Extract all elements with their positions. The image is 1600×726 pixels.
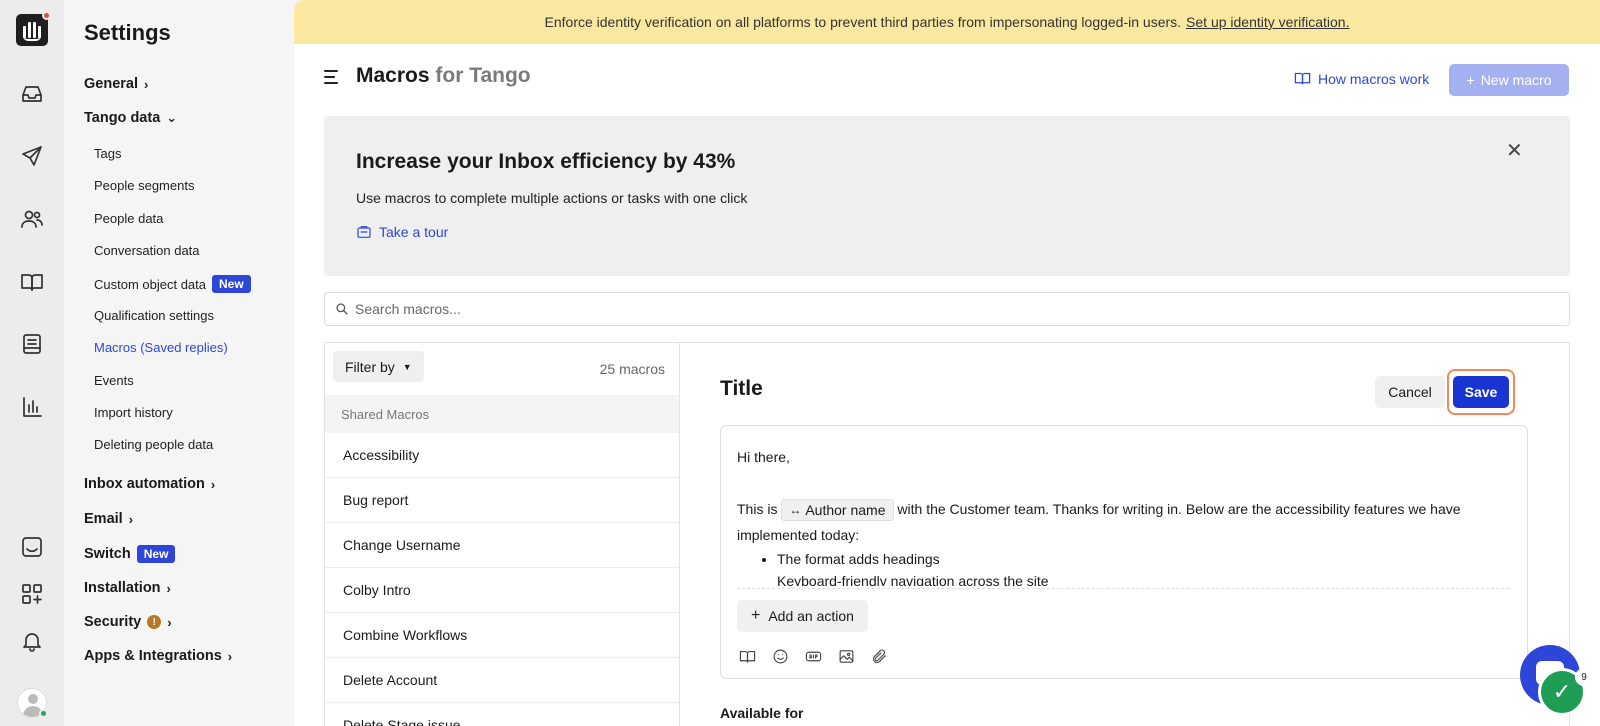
sidebar-group-general[interactable]: General › xyxy=(84,76,148,92)
macro-list-item[interactable]: Combine Workflows xyxy=(325,613,679,658)
chevron-right-icon: › xyxy=(227,648,233,664)
sidebar-item-macros[interactable]: Macros (Saved replies) xyxy=(94,340,228,355)
main-panel: Enforce identity verification on all pla… xyxy=(294,0,1600,726)
sidebar-item-qualification-settings[interactable]: Qualification settings xyxy=(94,308,214,323)
chevron-right-icon: › xyxy=(210,476,216,492)
macro-search-bar xyxy=(324,292,1570,326)
search-icon xyxy=(336,303,348,315)
efficiency-promo-card: Increase your Inbox efficiency by 43% Us… xyxy=(324,116,1570,276)
plus-icon: + xyxy=(1466,72,1475,88)
macro-count: 25 macros xyxy=(599,361,665,377)
sidebar-group-email[interactable]: Email › xyxy=(84,511,133,527)
checklist-count-badge: 9 xyxy=(1575,668,1593,686)
banner-message: Enforce identity verification on all pla… xyxy=(544,14,1182,30)
new-macro-button[interactable]: + New macro xyxy=(1449,64,1569,96)
new-badge: New xyxy=(136,545,176,563)
plus-icon: + xyxy=(751,607,761,624)
new-badge: New xyxy=(212,275,251,293)
settings-title: Settings xyxy=(84,20,171,45)
bullet-list: The format adds headings Keyboard-friend… xyxy=(737,548,1507,586)
app-rail xyxy=(0,0,64,726)
warning-icon: ! xyxy=(147,615,162,629)
chevron-right-icon: › xyxy=(128,511,134,527)
sidebar-item-import-history[interactable]: Import history xyxy=(94,405,173,420)
sidebar-group-switch[interactable]: Switch New xyxy=(84,545,176,563)
image-icon[interactable] xyxy=(838,648,855,665)
macro-body-text[interactable]: Hi there, This is ↔ Author name with the… xyxy=(737,444,1507,586)
macro-list-item[interactable]: Bug report xyxy=(325,478,679,523)
sidebar-item-people-segments[interactable]: People segments xyxy=(94,178,194,193)
macro-list-item[interactable]: Delete Account xyxy=(325,658,679,703)
chevron-right-icon: › xyxy=(167,614,172,630)
sidebar-group-installation[interactable]: Installation › xyxy=(84,580,171,596)
sidebar-item-people-data[interactable]: People data xyxy=(94,211,163,226)
attribute-arrows-icon: ↔ xyxy=(789,503,802,518)
chevron-right-icon: › xyxy=(166,580,171,596)
tour-icon xyxy=(357,226,371,238)
available-for-label: Available for xyxy=(720,705,804,721)
macro-list-item[interactable]: Accessibility xyxy=(325,433,679,478)
macro-body-editor[interactable]: Hi there, This is ↔ Author name with the… xyxy=(720,425,1528,679)
add-action-button[interactable]: + Add an action xyxy=(737,600,868,632)
caret-down-icon: ▼ xyxy=(402,361,412,372)
intercom-logo-icon[interactable] xyxy=(16,11,51,46)
page-header: Macros for Tango How macros work + New m… xyxy=(294,44,1600,110)
attachment-paperclip-icon[interactable] xyxy=(871,648,888,665)
macro-list-panel: Filter by ▼ 25 macros Shared Macros Acce… xyxy=(324,342,680,726)
book-icon xyxy=(1294,72,1311,85)
editor-divider xyxy=(737,588,1509,589)
sidebar-item-conversation-data[interactable]: Conversation data xyxy=(94,243,200,258)
promo-description: Use macros to complete multiple actions … xyxy=(356,190,748,206)
macro-list-item[interactable]: Delete Stage issue xyxy=(325,703,679,726)
setup-identity-link[interactable]: Set up identity verification. xyxy=(1186,14,1349,30)
page-title: Macros for Tango xyxy=(356,64,531,87)
online-status-dot xyxy=(39,709,48,718)
filter-by-dropdown[interactable]: Filter by ▼ xyxy=(333,351,424,382)
chevron-right-icon: › xyxy=(144,76,149,92)
take-a-tour-link[interactable]: Take a tour xyxy=(356,224,448,240)
analytics-icon[interactable] xyxy=(18,393,46,421)
macro-list-item[interactable]: Colby Intro xyxy=(325,568,679,613)
inbox-icon[interactable] xyxy=(18,80,46,108)
sidebar-item-deleting-people-data[interactable]: Deleting people data xyxy=(94,437,213,452)
apps-grid-icon[interactable] xyxy=(18,580,46,608)
sidebar-group-tango-data[interactable]: Tango data ⌄ xyxy=(84,110,177,126)
close-icon[interactable]: ✕ xyxy=(1506,138,1523,163)
emoji-icon[interactable] xyxy=(772,648,789,665)
hamburger-menu-icon[interactable] xyxy=(324,70,340,84)
chevron-down-icon: ⌄ xyxy=(166,110,178,125)
how-macros-work-link[interactable]: How macros work xyxy=(1294,70,1429,87)
notifications-bell-icon[interactable] xyxy=(18,627,46,655)
editor-toolbar xyxy=(739,648,888,665)
sidebar-group-inbox-automation[interactable]: Inbox automation › xyxy=(84,476,215,492)
sidebar-item-tags[interactable]: Tags xyxy=(94,146,121,161)
search-input[interactable] xyxy=(355,301,1535,317)
shared-macros-header: Shared Macros xyxy=(325,395,679,433)
cancel-button[interactable]: Cancel xyxy=(1375,376,1445,408)
macro-list-item[interactable]: Change Username xyxy=(325,523,679,568)
article-book-icon[interactable] xyxy=(739,648,756,665)
gif-icon[interactable] xyxy=(805,648,822,665)
macro-title-field[interactable]: Title xyxy=(720,377,763,401)
settings-sidebar: Settings General › Tango data ⌄ Tags Peopl… xyxy=(64,0,294,726)
promo-title: Increase your Inbox efficiency by 43% xyxy=(356,150,736,173)
bullet-item: Keyboard-friendly navigation across the … xyxy=(777,570,1507,586)
author-name-attribute-chip[interactable]: ↔ Author name xyxy=(781,499,894,522)
sidebar-item-custom-object-data[interactable]: Custom object data New xyxy=(94,275,251,293)
messenger-icon[interactable] xyxy=(18,533,46,561)
sidebar-group-apps-integrations[interactable]: Apps & Integrations › xyxy=(84,648,232,664)
knowledge-icon[interactable] xyxy=(18,268,46,296)
contacts-icon[interactable] xyxy=(18,205,46,233)
sidebar-item-events[interactable]: Events xyxy=(94,373,134,388)
outbound-icon[interactable] xyxy=(18,142,46,170)
sidebar-group-security[interactable]: Security ! › xyxy=(84,614,172,630)
identity-verification-banner: Enforce identity verification on all pla… xyxy=(294,0,1600,44)
bullet-item: The format adds headings xyxy=(777,548,1507,570)
reports-panel-icon[interactable] xyxy=(18,330,46,358)
macro-editor-panel: Title Cancel Save Hi there, This is ↔ Au… xyxy=(680,342,1570,726)
save-button[interactable]: Save xyxy=(1453,376,1509,408)
